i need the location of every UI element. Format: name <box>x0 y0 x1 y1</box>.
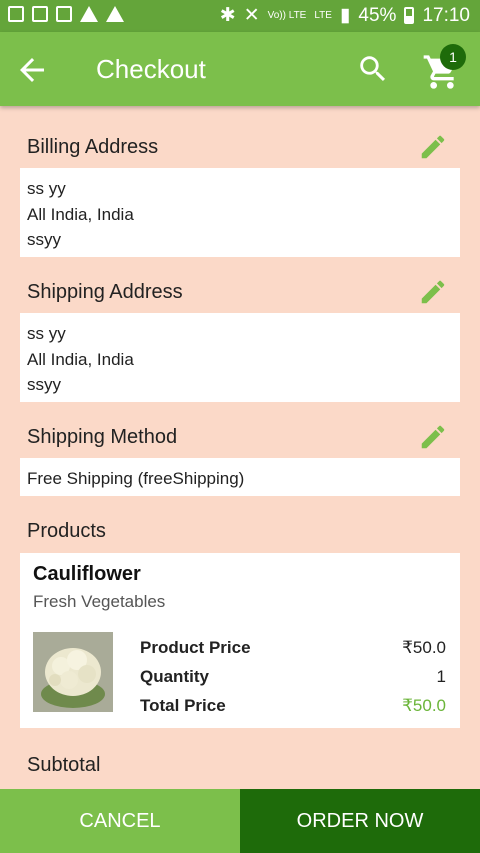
total-price-label: Total Price <box>140 696 226 715</box>
battery-icon <box>404 7 415 24</box>
signal-icon: ▮ <box>339 5 351 26</box>
app-bar: Checkout 1 <box>0 32 480 106</box>
bottom-action-bar: CANCEL ORDER NOW <box>0 789 480 853</box>
mute-icon: ✕ <box>243 5 260 26</box>
notification-icons <box>8 6 124 22</box>
arrow-back-icon <box>20 58 44 82</box>
shipping-address-card: ss yy All India, India ssyy <box>20 313 460 402</box>
product-price-label: Product Price <box>140 638 251 657</box>
search-button[interactable] <box>356 52 390 86</box>
products-title: Products <box>27 520 106 542</box>
pencil-icon <box>421 425 445 449</box>
subtotal-title: Subtotal <box>27 754 101 776</box>
product-image <box>33 632 113 712</box>
cancel-button[interactable]: CANCEL <box>0 789 240 853</box>
edit-shipping-button[interactable] <box>418 277 448 307</box>
back-button[interactable] <box>14 52 50 88</box>
billing-address-title: Billing Address <box>27 136 159 158</box>
order-now-button[interactable]: ORDER NOW <box>240 789 480 853</box>
billing-address-card: ss yy All India, India ssyy <box>20 168 460 257</box>
warning-icon <box>80 6 98 22</box>
cart-count-badge: 1 <box>440 44 466 70</box>
clock: 17:10 <box>422 4 470 26</box>
status-bar: ✱ ✕ Vo)) LTE LTE ▮ 45% 17:10 <box>0 0 480 32</box>
warning-icon-2 <box>106 6 124 22</box>
missed-call-icon <box>8 6 24 22</box>
shipping-region: All India, India <box>27 349 134 369</box>
cauliflower-image <box>33 632 113 712</box>
billing-region: All India, India <box>27 204 134 224</box>
page-title: Checkout <box>96 54 206 84</box>
shipping-address-title: Shipping Address <box>27 281 183 303</box>
shipping-method-title: Shipping Method <box>27 426 178 448</box>
download-icon <box>32 6 48 22</box>
quantity-value: 1 <box>436 667 446 686</box>
shipping-method-card: Free Shipping (freeShipping) <box>20 458 460 496</box>
billing-name: ss yy <box>27 179 66 198</box>
quantity-label: Quantity <box>140 667 209 686</box>
bluetooth-icon: ✱ <box>219 5 236 26</box>
edit-billing-button[interactable] <box>418 132 448 162</box>
product-category: Fresh Vegetables <box>33 592 166 611</box>
pencil-icon <box>421 280 445 304</box>
product-price-value: ₹50.0 <box>402 638 446 657</box>
image-icon <box>56 6 72 22</box>
product-card[interactable]: Cauliflower Fresh Vegetables Product Pri… <box>20 553 460 728</box>
shipping-name: ss yy <box>27 324 66 343</box>
system-indicators: ✱ ✕ Vo)) LTE LTE ▮ 45% 17:10 <box>220 4 470 27</box>
lte-indicator: LTE <box>314 9 332 21</box>
billing-street: ssyy <box>27 230 61 249</box>
search-icon <box>360 56 386 82</box>
edit-shipping-method-button[interactable] <box>418 422 448 452</box>
total-price-value: ₹50.0 <box>402 696 446 715</box>
pencil-icon <box>421 135 445 159</box>
product-name: Cauliflower <box>33 563 141 585</box>
volte-indicator: Vo)) LTE <box>267 9 307 21</box>
shipping-street: ssyy <box>27 375 61 394</box>
battery-percent: 45% <box>358 4 397 26</box>
shipping-method-value: Free Shipping (freeShipping) <box>27 469 245 488</box>
checkout-content[interactable]: Billing Address ss yy All India, India s… <box>0 106 480 789</box>
